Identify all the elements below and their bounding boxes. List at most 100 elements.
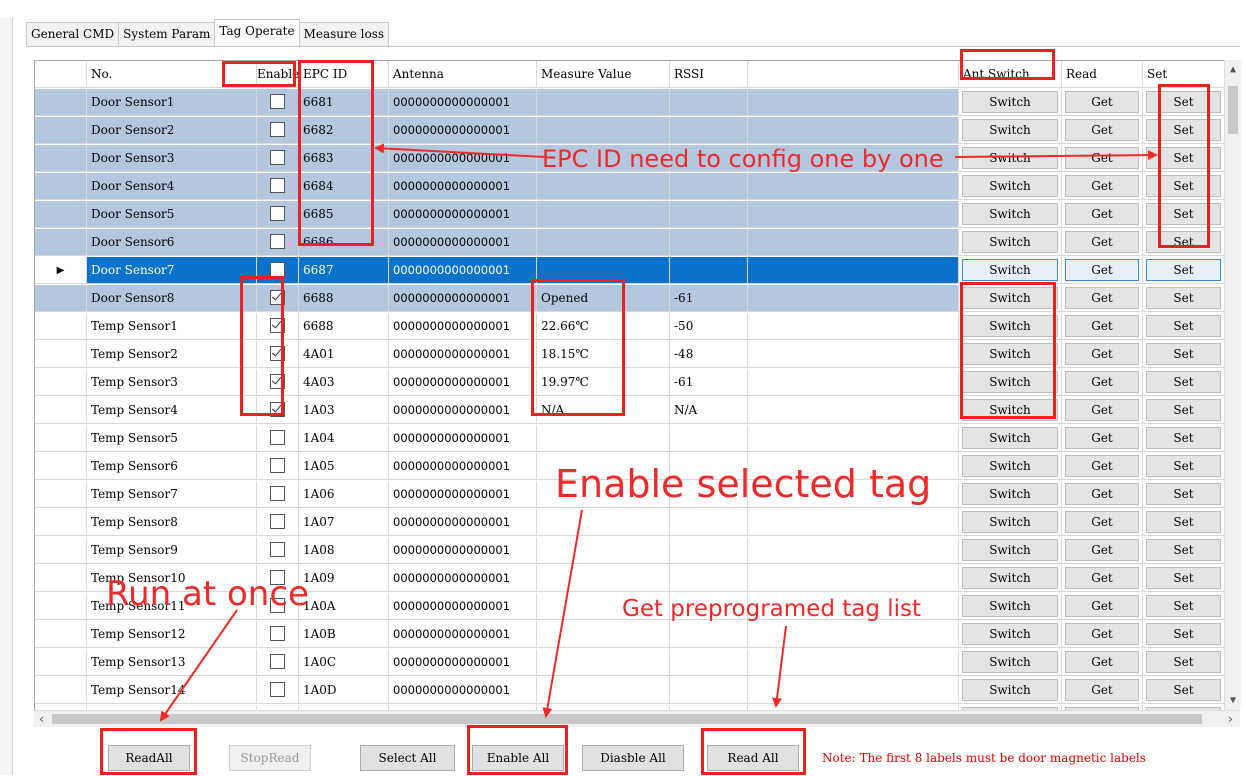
get-button[interactable]: Get: [1065, 483, 1139, 505]
switch-button[interactable]: Switch: [962, 427, 1058, 449]
cell-antenna[interactable]: 0000000000000001: [389, 145, 537, 172]
table-row[interactable]: Temp Sensor4 1A03 0000000000000001 N/A N/A Sw…: [35, 397, 1225, 425]
cell-epc-id[interactable]: 6688: [299, 313, 389, 340]
set-button[interactable]: Set: [1146, 287, 1221, 309]
header-no[interactable]: No.: [87, 61, 257, 88]
table-row[interactable]: Door Sensor8 6688 0000000000000001 Opened -6…: [35, 285, 1225, 313]
enable-checkbox[interactable]: [270, 430, 285, 445]
row-selector[interactable]: [35, 453, 87, 480]
cell-antenna[interactable]: 0000000000000001: [389, 453, 537, 480]
enable-checkbox[interactable]: [270, 654, 285, 669]
cell-enable[interactable]: [257, 537, 299, 564]
header-measure-value[interactable]: Measure Value: [537, 61, 670, 88]
header-enable[interactable]: Enable: [257, 61, 299, 88]
get-button[interactable]: Get: [1065, 287, 1139, 309]
get-button[interactable]: Get: [1065, 371, 1139, 393]
enable-checkbox[interactable]: [270, 374, 285, 389]
table-row[interactable]: Temp Sensor8 1A07 0000000000000001 Switch Ge…: [35, 509, 1225, 537]
cell-antenna[interactable]: 0000000000000001: [389, 565, 537, 592]
enable-checkbox[interactable]: [270, 682, 285, 697]
cell-epc-id[interactable]: 1A07: [299, 509, 389, 536]
enable-checkbox[interactable]: [270, 178, 285, 193]
cell-antenna[interactable]: 0000000000000001: [389, 397, 537, 424]
cell-epc-id[interactable]: 1A08: [299, 537, 389, 564]
row-selector[interactable]: [35, 509, 87, 536]
set-button[interactable]: Set: [1146, 539, 1221, 561]
set-button[interactable]: Set: [1146, 483, 1221, 505]
cell-epc-id[interactable]: 1A06: [299, 481, 389, 508]
cell-enable[interactable]: [257, 649, 299, 676]
switch-button[interactable]: Switch: [962, 483, 1058, 505]
switch-button[interactable]: Switch: [962, 511, 1058, 533]
cell-antenna[interactable]: 0000000000000001: [389, 509, 537, 536]
cell-enable[interactable]: [257, 313, 299, 340]
cell-enable[interactable]: [257, 117, 299, 144]
row-selector[interactable]: [35, 481, 87, 508]
row-selector[interactable]: [35, 565, 87, 592]
set-button[interactable]: Set: [1146, 651, 1221, 673]
get-button[interactable]: Get: [1065, 539, 1139, 561]
get-button[interactable]: Get: [1065, 315, 1139, 337]
row-selector[interactable]: [35, 117, 87, 144]
enable-checkbox[interactable]: [270, 234, 285, 249]
set-button[interactable]: Set: [1146, 679, 1221, 701]
enable-all-button[interactable]: Enable All: [472, 745, 564, 771]
switch-button[interactable]: Switch: [962, 343, 1058, 365]
scroll-up-icon[interactable]: ▲: [1225, 64, 1241, 75]
cell-enable[interactable]: [257, 257, 299, 284]
switch-button[interactable]: Switch: [962, 91, 1058, 113]
row-selector[interactable]: [35, 649, 87, 676]
table-row[interactable]: Temp Sensor6 1A05 0000000000000001 Switch Ge…: [35, 453, 1225, 481]
switch-button[interactable]: Switch: [962, 147, 1058, 169]
switch-button[interactable]: Switch: [962, 175, 1058, 197]
cell-antenna[interactable]: 0000000000000001: [389, 677, 537, 704]
cell-enable[interactable]: [257, 201, 299, 228]
set-button[interactable]: Set: [1146, 147, 1221, 169]
set-button[interactable]: Set: [1146, 399, 1221, 421]
row-selector[interactable]: [35, 677, 87, 704]
cell-enable[interactable]: [257, 481, 299, 508]
set-button[interactable]: Set: [1146, 175, 1221, 197]
header-set[interactable]: Set: [1143, 61, 1225, 88]
switch-button[interactable]: Switch: [962, 119, 1058, 141]
set-button[interactable]: Set: [1146, 315, 1221, 337]
get-button[interactable]: Get: [1065, 259, 1139, 281]
get-button[interactable]: Get: [1065, 623, 1139, 645]
tab-measure-loss[interactable]: Measure loss: [298, 22, 390, 46]
cell-antenna[interactable]: 0000000000000001: [389, 537, 537, 564]
cell-epc-id[interactable]: 1A0B: [299, 621, 389, 648]
switch-button[interactable]: Switch: [962, 623, 1058, 645]
cell-enable[interactable]: [257, 677, 299, 704]
horizontal-scrollbar[interactable]: ‹ ›: [34, 710, 1240, 727]
row-selector[interactable]: [35, 145, 87, 172]
set-button[interactable]: Set: [1146, 427, 1221, 449]
disable-all-button[interactable]: Diasble All: [582, 745, 684, 771]
get-button[interactable]: Get: [1065, 343, 1139, 365]
set-button[interactable]: Set: [1146, 511, 1221, 533]
cell-antenna[interactable]: 0000000000000001: [389, 89, 537, 116]
cell-epc-id[interactable]: 6686: [299, 229, 389, 256]
cell-epc-id[interactable]: 1A0A: [299, 593, 389, 620]
set-button[interactable]: Set: [1146, 203, 1221, 225]
read-all-button[interactable]: ReadAll: [108, 745, 190, 771]
cell-antenna[interactable]: 0000000000000001: [389, 481, 537, 508]
table-row[interactable]: Temp Sensor10 1A09 0000000000000001 Switch G…: [35, 565, 1225, 593]
table-row[interactable]: Door Sensor4 6684 0000000000000001 Switch Ge…: [35, 173, 1225, 201]
cell-antenna[interactable]: 0000000000000001: [389, 593, 537, 620]
header-rssi[interactable]: RSSI: [670, 61, 748, 88]
switch-button[interactable]: Switch: [962, 371, 1058, 393]
table-row[interactable]: Temp Sensor1 6688 0000000000000001 22.66℃ -5…: [35, 313, 1225, 341]
cell-enable[interactable]: [257, 285, 299, 312]
table-row[interactable]: Door Sensor6 6686 0000000000000001 Switch Ge…: [35, 229, 1225, 257]
cell-antenna[interactable]: 0000000000000001: [389, 313, 537, 340]
get-button[interactable]: Get: [1065, 119, 1139, 141]
enable-checkbox[interactable]: [270, 570, 285, 585]
table-row[interactable]: Temp Sensor14 1A0D 0000000000000001 Switch G…: [35, 677, 1225, 705]
cell-enable[interactable]: [257, 145, 299, 172]
table-row[interactable]: Door Sensor3 6683 0000000000000001 Switch Ge…: [35, 145, 1225, 173]
enable-checkbox[interactable]: [270, 542, 285, 557]
enable-checkbox[interactable]: [270, 346, 285, 361]
set-button[interactable]: Set: [1146, 455, 1221, 477]
enable-checkbox[interactable]: [270, 458, 285, 473]
table-row[interactable]: Temp Sensor13 1A0C 0000000000000001 Switch G…: [35, 649, 1225, 677]
